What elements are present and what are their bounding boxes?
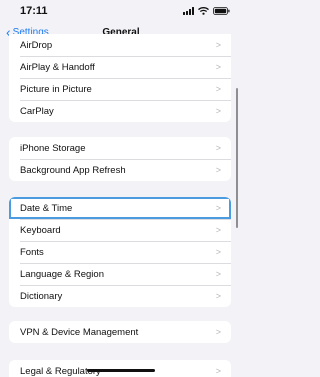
row-label: Picture in Picture [20,83,92,95]
settings-row-fonts[interactable]: Fonts > [9,241,231,263]
chevron-right-icon: > [215,40,221,50]
settings-row-airdrop[interactable]: AirDrop > [9,34,231,56]
status-icons [183,7,230,15]
settings-group-sharing: AirDrop > AirPlay & Handoff > Picture in… [9,34,231,122]
chevron-right-icon: > [215,225,221,235]
settings-row-carplay[interactable]: CarPlay > [9,100,231,122]
row-label: CarPlay [20,105,54,117]
chevron-right-icon: > [215,366,221,376]
chevron-right-icon: > [215,106,221,116]
chevron-right-icon: > [215,62,221,72]
settings-row-vpn-device-management[interactable]: VPN & Device Management > [9,321,231,343]
settings-row-background-app-refresh[interactable]: Background App Refresh > [9,159,231,181]
settings-row-keyboard[interactable]: Keyboard > [9,219,231,241]
settings-group-storage: iPhone Storage > Background App Refresh … [9,137,231,181]
settings-row-iphone-storage[interactable]: iPhone Storage > [9,137,231,159]
settings-row-dictionary[interactable]: Dictionary > [9,285,231,307]
wifi-icon [198,7,209,15]
row-label: Keyboard [20,224,61,236]
row-label: AirDrop [20,39,53,51]
status-bar: 17:11 [0,0,242,22]
battery-icon [213,7,230,15]
status-time: 17:11 [20,5,48,17]
chevron-right-icon: > [215,247,221,257]
chevron-right-icon: > [215,143,221,153]
settings-row-airplay-handoff[interactable]: AirPlay & Handoff > [9,56,231,78]
row-label: Background App Refresh [20,164,126,176]
scroll-indicator[interactable] [236,88,238,228]
row-label: Dictionary [20,290,63,302]
settings-row-language-region[interactable]: Language & Region > [9,263,231,285]
row-label: Fonts [20,246,44,258]
chevron-right-icon: > [215,291,221,301]
home-indicator[interactable] [87,369,155,372]
settings-row-date-time[interactable]: Date & Time > [9,197,231,219]
chevron-right-icon: > [215,269,221,279]
row-label: Date & Time [20,202,73,214]
row-label: Language & Region [20,268,104,280]
chevron-right-icon: > [215,327,221,337]
signal-icon [183,7,194,15]
row-label: VPN & Device Management [20,326,139,338]
settings-group-vpn: VPN & Device Management > [9,321,231,343]
row-label: AirPlay & Handoff [20,61,95,73]
chevron-right-icon: > [215,203,221,213]
chevron-right-icon: > [215,84,221,94]
row-label: iPhone Storage [20,142,86,154]
chevron-right-icon: > [215,165,221,175]
settings-group-locale: Date & Time > Keyboard > Fonts > Languag… [9,197,231,307]
settings-row-picture-in-picture[interactable]: Picture in Picture > [9,78,231,100]
